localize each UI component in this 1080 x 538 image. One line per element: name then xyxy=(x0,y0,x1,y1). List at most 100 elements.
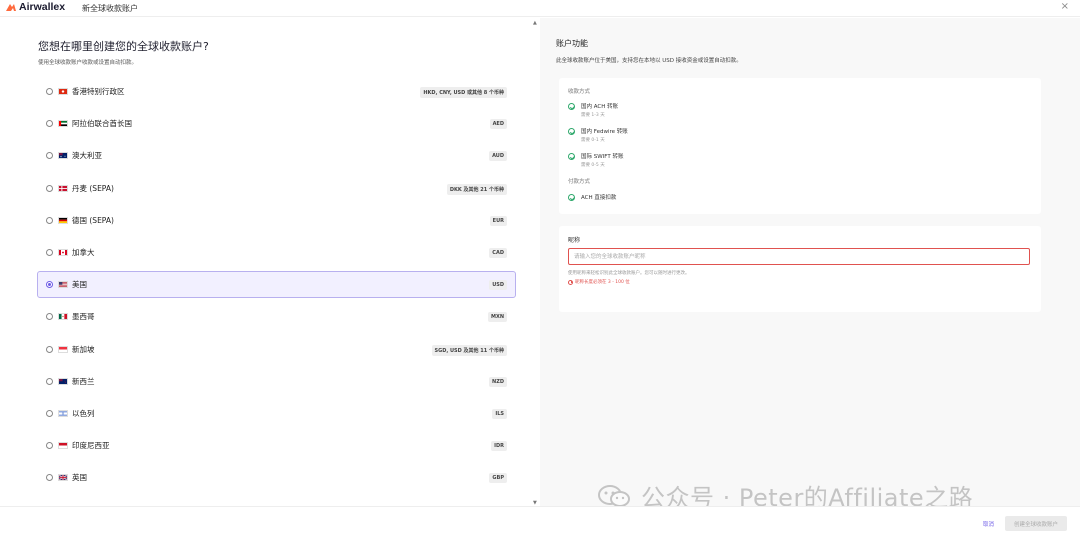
top-bar: Airwallex 新全球收款账户 × xyxy=(0,0,1080,17)
nz-flag-icon xyxy=(53,377,68,385)
country-option[interactable]: 德国 (SEPA) EUR xyxy=(37,207,516,234)
airwallex-logo-icon xyxy=(6,3,16,11)
method-time: 需要 0-5 天 xyxy=(581,163,605,168)
radio-button[interactable] xyxy=(46,442,53,450)
nickname-help-text: 使用昵称来轻松识别此全球收款账户。您可以随时进行更改。 xyxy=(568,271,690,276)
nickname-error: 昵称长度必须在 3 - 100 位 xyxy=(568,279,630,285)
account-features-panel: 账户功能 此全球收款账户位于美国，支持您在本地以 USD 接收资金或设置自动扣款… xyxy=(540,18,1080,506)
country-name: 新加坡 xyxy=(72,344,95,354)
method-name: ACH 直接扣款 xyxy=(581,195,617,201)
method-name: 国内 ACH 转账 xyxy=(581,104,619,110)
check-circle-icon xyxy=(568,153,575,160)
country-option[interactable]: 墨西哥 MXN xyxy=(37,303,516,330)
country-option[interactable]: 阿拉伯联合酋长国 AED xyxy=(37,110,516,137)
error-icon xyxy=(568,279,573,285)
radio-button[interactable] xyxy=(46,152,53,160)
currency-badge: AUD xyxy=(489,151,507,162)
hk-flag-icon xyxy=(53,88,68,95)
mx-flag-icon xyxy=(53,313,68,321)
au-flag-icon xyxy=(53,152,68,160)
method-name: 国内 Fedwire 转账 xyxy=(581,129,628,135)
country-name: 澳大利亚 xyxy=(72,151,102,161)
country-name: 加拿大 xyxy=(72,247,95,257)
country-option[interactable]: 香港特别行政区 HKD, CNY, USD 或其他 8 个币种 xyxy=(37,78,516,105)
country-option[interactable]: 澳大利亚 AUD xyxy=(37,142,516,169)
currency-badge: GBP xyxy=(489,473,507,484)
close-icon[interactable]: × xyxy=(1061,1,1069,12)
country-selection-panel: 您想在哪里创建您的全球收款账户? 使用全球收款账户收款或设置自动扣款。 香港特别… xyxy=(0,18,534,506)
receive-method-item: 国际 SWIFT 转账 需要 0-5 天 xyxy=(568,152,623,168)
cancel-button[interactable]: 取消 xyxy=(983,520,994,528)
radio-button[interactable] xyxy=(46,377,53,385)
nickname-card: 昵称 使用昵称来轻松识别此全球收款账户。您可以随时进行更改。 昵称长度必须在 3… xyxy=(559,226,1041,312)
scrollbar[interactable]: ▲ ▼ xyxy=(533,18,539,506)
wechat-icon xyxy=(598,484,630,507)
country-option[interactable]: 美国 USD xyxy=(37,271,516,299)
create-account-button[interactable]: 创建全球收款账户 xyxy=(1005,516,1067,531)
currency-badge: IDR xyxy=(491,441,507,452)
method-time: 需要 0-1 天 xyxy=(581,138,605,143)
currency-badge: AED xyxy=(489,119,507,130)
features-title: 账户功能 xyxy=(556,39,588,48)
radio-button[interactable] xyxy=(46,216,53,224)
check-circle-icon xyxy=(568,128,575,135)
pay-methods-label: 付款方式 xyxy=(568,179,591,185)
id-flag-icon xyxy=(53,442,68,450)
brand-name: Airwallex xyxy=(19,1,66,13)
country-option[interactable]: 丹麦 (SEPA) DKK 及其他 21 个币种 xyxy=(37,175,516,202)
pay-method-item: ACH 直接扣款 xyxy=(568,193,616,201)
country-name: 印度尼西亚 xyxy=(72,441,110,451)
radio-button[interactable] xyxy=(46,88,53,95)
airwallex-logo: Airwallex xyxy=(5,1,65,13)
receive-method-item: 国内 ACH 转账 需要 1-3 天 xyxy=(568,102,618,118)
radio-button[interactable] xyxy=(46,281,53,289)
gb-flag-icon xyxy=(53,474,68,482)
scroll-up-icon[interactable]: ▲ xyxy=(533,20,537,26)
country-name: 丹麦 (SEPA) xyxy=(72,183,114,193)
currency-badge: MXN xyxy=(487,312,507,323)
radio-button[interactable] xyxy=(46,474,53,482)
country-name: 新西兰 xyxy=(72,376,95,386)
country-name: 以色列 xyxy=(72,408,95,418)
us-flag-icon xyxy=(53,281,68,289)
radio-button[interactable] xyxy=(46,345,53,353)
currency-badge: USD xyxy=(489,280,507,291)
section-subtitle: 使用全球收款账户收款或设置自动扣款。 xyxy=(38,60,138,66)
nickname-input[interactable] xyxy=(568,248,1030,265)
country-option[interactable]: 加拿大 CAD xyxy=(37,239,516,266)
radio-button[interactable] xyxy=(46,409,53,417)
country-name: 德国 (SEPA) xyxy=(72,215,114,225)
country-option[interactable]: 以色列 ILS xyxy=(37,400,516,427)
currency-badge: CAD xyxy=(489,247,507,258)
currency-badge: HKD, CNY, USD 或其他 8 个币种 xyxy=(420,87,507,98)
method-name: 国际 SWIFT 转账 xyxy=(581,154,624,160)
section-title: 您想在哪里创建您的全球收款账户? xyxy=(38,40,209,53)
nickname-error-text: 昵称长度必须在 3 - 100 位 xyxy=(575,280,630,285)
radio-button[interactable] xyxy=(46,313,53,321)
ca-flag-icon xyxy=(53,248,68,256)
dk-flag-icon xyxy=(53,184,68,192)
il-flag-icon xyxy=(53,409,68,417)
currency-badge: EUR xyxy=(489,215,507,226)
page-title: 新全球收款账户 xyxy=(82,4,138,13)
radio-button[interactable] xyxy=(46,120,53,128)
radio-button[interactable] xyxy=(46,184,53,192)
country-name: 英国 xyxy=(72,473,87,483)
country-list: 香港特别行政区 HKD, CNY, USD 或其他 8 个币种阿拉伯联合酋长国 AE… xyxy=(37,78,516,496)
check-circle-icon xyxy=(568,194,575,201)
method-time: 需要 1-3 天 xyxy=(581,113,605,118)
country-option[interactable]: 印度尼西亚 IDR xyxy=(37,432,516,459)
receive-methods-label: 收款方式 xyxy=(568,89,591,95)
country-name: 阿拉伯联合酋长国 xyxy=(72,119,132,129)
currency-badge: DKK 及其他 21 个币种 xyxy=(446,183,507,195)
currency-badge: SGD, USD 及其他 11 个币种 xyxy=(431,344,507,356)
de-flag-icon xyxy=(53,216,68,224)
country-option[interactable]: 新西兰 NZD xyxy=(37,368,516,395)
methods-card: 收款方式 国内 ACH 转账 需要 1-3 天 国内 Fedwire 转账 需要… xyxy=(559,78,1041,214)
receive-method-item: 国内 Fedwire 转账 需要 0-1 天 xyxy=(568,127,628,143)
country-option[interactable]: 新加坡 SGD, USD 及其他 11 个币种 xyxy=(37,336,516,363)
features-description: 此全球收款账户位于美国，支持您在本地以 USD 接收资金或设置自动扣款。 xyxy=(556,58,742,64)
country-option[interactable]: 英国 GBP xyxy=(37,464,516,491)
country-name: 墨西哥 xyxy=(72,312,95,322)
radio-button[interactable] xyxy=(46,248,53,256)
